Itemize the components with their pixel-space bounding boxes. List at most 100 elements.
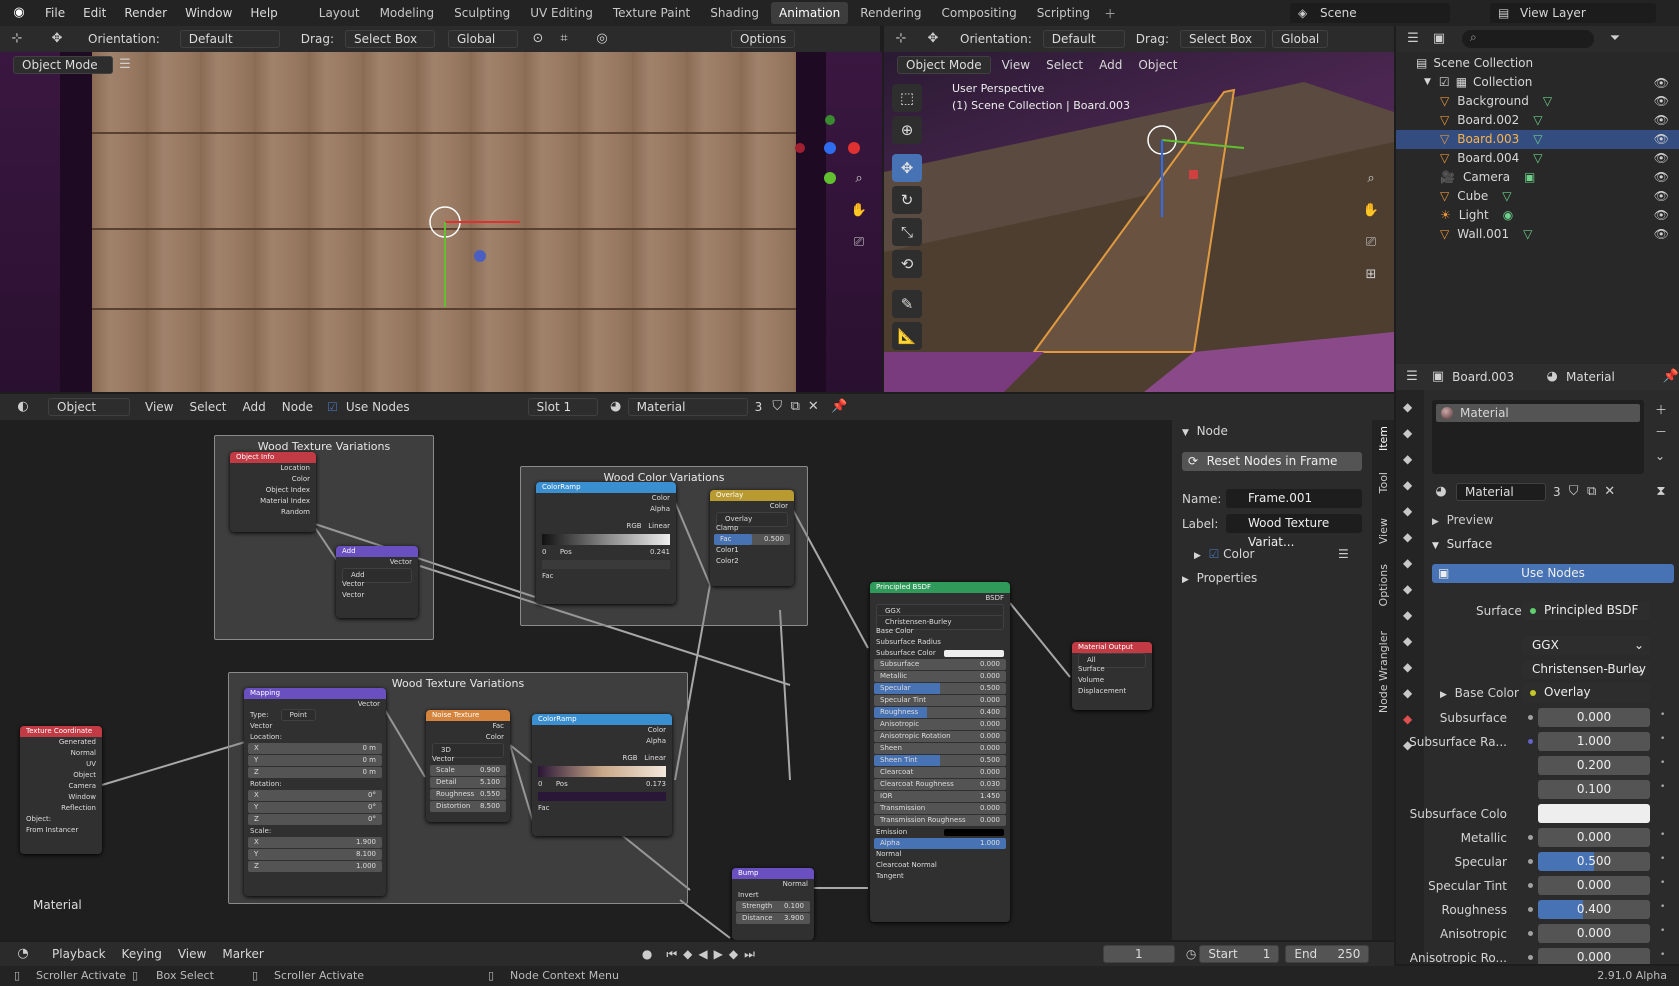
data-light-icon[interactable]: ◉ xyxy=(1503,206,1513,225)
sidebar-tab-options[interactable]: Options xyxy=(1377,564,1390,606)
keyframe-dot-icon[interactable]: • xyxy=(1660,710,1665,720)
material-name-field[interactable]: Material xyxy=(1456,483,1546,501)
material-output-node[interactable]: Material Output All Surface Volume Displac… xyxy=(1072,642,1152,710)
visibility-eye-icon[interactable]: 👁 xyxy=(1654,130,1669,149)
vector-add-node[interactable]: Add Vector Add Vector Vector xyxy=(336,546,418,618)
properties-section[interactable]: ▶ Properties xyxy=(1182,571,1257,585)
pos-value[interactable]: 0.241 xyxy=(650,547,670,558)
keyframe-dot-icon[interactable]: • xyxy=(1660,878,1665,888)
properties-scene-icon[interactable]: ◆ xyxy=(1403,504,1412,518)
clock-icon[interactable]: ◷ xyxy=(1186,947,1196,961)
keyframe-dot-icon[interactable]: • xyxy=(1660,950,1665,960)
editor-type-icon[interactable]: ◐ xyxy=(14,398,32,416)
node-menu-select[interactable]: Select xyxy=(181,400,234,414)
tab-animation[interactable]: Animation xyxy=(771,2,849,24)
scene-collection-row[interactable]: ▤ Scene Collection xyxy=(1416,54,1533,73)
menu-render[interactable]: Render xyxy=(115,0,176,26)
vector-component-row[interactable]: Z 0° xyxy=(248,814,382,825)
slot-dropdown[interactable]: Slot 1 xyxy=(527,398,598,416)
vector-component-row[interactable]: X 1.900 xyxy=(248,837,382,848)
expand-icon[interactable]: ▶ xyxy=(1440,690,1447,700)
outliner-search[interactable]: ⌕ xyxy=(1462,30,1594,48)
sidebar-tab-view[interactable]: View xyxy=(1377,518,1390,544)
prop-field-10[interactable]: 0.000 xyxy=(1538,948,1650,964)
keyframe-dot-icon[interactable]: • xyxy=(1660,758,1665,768)
orientation-dropdown[interactable]: Default xyxy=(179,30,280,48)
record-icon[interactable]: ● xyxy=(642,947,652,961)
bsdf-param-ior[interactable]: IOR 1.450 xyxy=(874,791,1006,802)
input-sss-radius[interactable]: Subsurface Radius xyxy=(870,637,1010,648)
slot-menu-icon[interactable]: ⌄ xyxy=(1655,449,1665,463)
vector-component-row[interactable]: Detail 5.100 xyxy=(430,777,506,788)
camera-view-icon[interactable]: ⎚ xyxy=(1362,234,1380,252)
pan-hand-icon[interactable]: ✋ xyxy=(1362,202,1380,220)
drag-dropdown[interactable]: Select Box xyxy=(344,30,435,48)
tab-texture-paint[interactable]: Texture Paint xyxy=(605,2,698,24)
fake-user-icon[interactable]: ⛉ xyxy=(1565,483,1583,501)
tab-shading[interactable]: Shading xyxy=(702,2,767,24)
tab-scripting[interactable]: Scripting xyxy=(1029,2,1098,24)
data-camera-icon[interactable]: ▣ xyxy=(1524,168,1535,187)
object-mode-dropdown[interactable]: Object Mode xyxy=(13,56,113,74)
label-field[interactable]: Wood Texture Variat... xyxy=(1226,514,1362,549)
scale-tool[interactable]: ⤡ xyxy=(892,218,922,246)
ramp-interp[interactable]: Linear xyxy=(644,754,666,762)
use-nodes-checkbox[interactable]: ☑ xyxy=(327,400,338,414)
ramp-gradient[interactable] xyxy=(538,766,666,777)
visibility-eye-icon[interactable]: 👁 xyxy=(1654,92,1669,111)
data-mesh-icon[interactable]: ▽ xyxy=(1502,187,1511,206)
zoom-icon[interactable]: ⌕ xyxy=(1362,170,1380,188)
menu-file[interactable]: File xyxy=(36,0,74,26)
distribution-dropdown[interactable]: GGX ⌄ xyxy=(1522,636,1650,655)
transform-tool-icon[interactable]: ✥ xyxy=(924,30,942,48)
menu-icon[interactable]: ☰ xyxy=(116,56,134,74)
bsdf-param-clearcoat-roughness[interactable]: Clearcoat Roughness 0.030 xyxy=(874,779,1006,790)
from-instancer-checkbox[interactable]: From Instancer xyxy=(20,825,102,836)
fake-user-icon[interactable]: ⛉ xyxy=(768,398,786,416)
outliner-editor-icon[interactable]: ☰ xyxy=(1404,30,1422,48)
bsdf-param-specular-tint[interactable]: Specular Tint 0.000 xyxy=(874,695,1006,706)
keyframe-dot-icon[interactable]: • xyxy=(1660,782,1665,792)
node-menu-node[interactable]: Node xyxy=(274,400,321,414)
vector-component-row[interactable]: Z 1.000 xyxy=(248,861,382,872)
stop-index[interactable]: 0 xyxy=(542,548,546,556)
unlink-icon[interactable]: ✕ xyxy=(1601,483,1619,501)
material-slot-item[interactable]: Material xyxy=(1436,404,1640,422)
options-button[interactable]: Options xyxy=(730,30,796,48)
data-mesh-icon[interactable]: ▽ xyxy=(1533,130,1542,149)
play-icon[interactable]: ▶ xyxy=(714,947,723,961)
prop-field-8[interactable]: 0.400 xyxy=(1538,900,1650,919)
properties-output-icon[interactable]: ◆ xyxy=(1403,452,1412,466)
measure-tool[interactable]: 📐 xyxy=(892,322,922,350)
shader-type-dropdown[interactable]: Object xyxy=(48,398,130,416)
bsdf-param-roughness[interactable]: Roughness 0.400 xyxy=(874,707,1006,718)
properties-editor-icon[interactable]: ☰ xyxy=(1406,368,1418,386)
visibility-eye-icon[interactable]: 👁 xyxy=(1654,149,1669,168)
menu-edit[interactable]: Edit xyxy=(74,0,115,26)
collection-row[interactable]: ▼ ☑ ▦ Collection xyxy=(1424,73,1532,92)
data-mesh-icon[interactable]: ▽ xyxy=(1523,225,1532,244)
mapping-node[interactable]: Mapping Vector Type: Point Vector Locati… xyxy=(244,688,386,896)
proportional-icon[interactable]: ◎ xyxy=(593,30,611,48)
end-frame-field[interactable]: End 250 xyxy=(1285,945,1370,963)
vector-component-row[interactable]: Scale 0.900 xyxy=(430,765,506,776)
timeline-editor-icon[interactable]: ◔ xyxy=(14,945,32,963)
outliner-row-wall-001[interactable]: ▽ Wall.001 ▽ 👁 xyxy=(1396,225,1679,244)
ramp-interp[interactable]: Linear xyxy=(648,522,670,530)
input-alpha[interactable]: Alpha 1.000 xyxy=(874,838,1006,849)
subsurface-color-swatch[interactable] xyxy=(1538,804,1650,823)
sidebar-tab-item[interactable]: Item xyxy=(1377,426,1390,451)
keyframe-dot-icon[interactable]: • xyxy=(1660,830,1665,840)
prop-field-9[interactable]: 0.000 xyxy=(1538,924,1650,943)
visibility-eye-icon[interactable]: 👁 xyxy=(1654,168,1669,187)
editor-type-icon[interactable]: ⊹ xyxy=(8,30,26,48)
scene-selector[interactable]: ◈ Scene xyxy=(1290,3,1450,23)
node-section-header[interactable]: ▼ Node xyxy=(1182,424,1228,438)
node-menu-add[interactable]: Add xyxy=(235,400,274,414)
jump-end-icon[interactable]: ⏭ xyxy=(744,947,755,962)
outliner-row-board-004[interactable]: ▽ Board.004 ▽ 👁 xyxy=(1396,149,1679,168)
display-mode-icon[interactable]: ▣ xyxy=(1430,30,1448,48)
texture-coordinate-node[interactable]: Texture Coordinate Generated Normal UV Obje… xyxy=(20,726,102,854)
vector-component-row[interactable]: Y 0° xyxy=(248,802,382,813)
prev-keyframe-icon[interactable]: ◆ xyxy=(683,947,692,961)
